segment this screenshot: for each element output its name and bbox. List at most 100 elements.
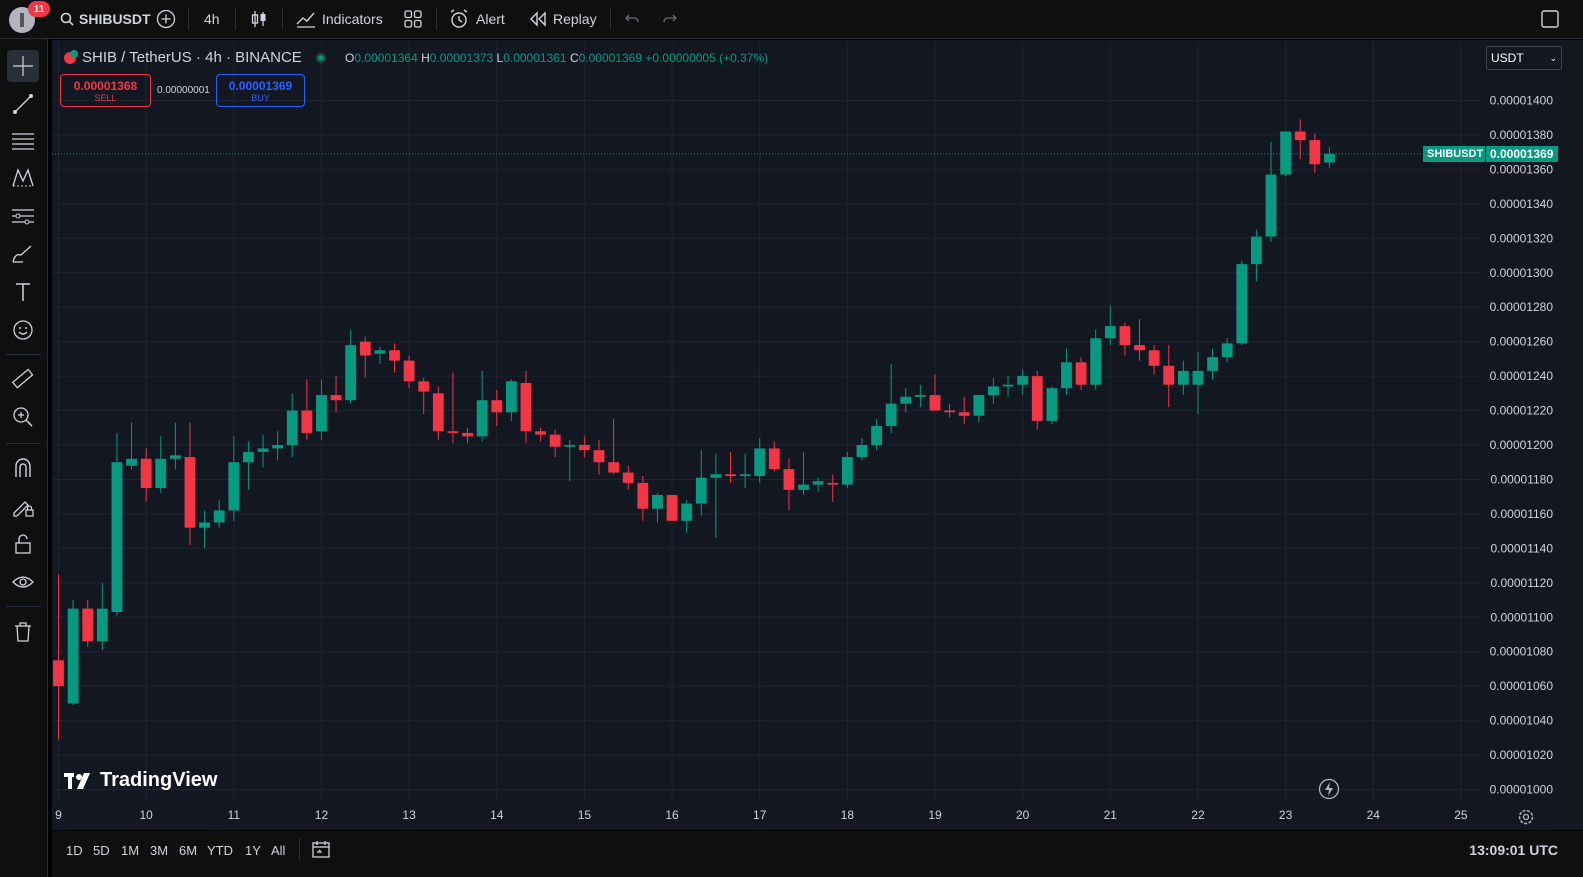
y-tick-label: 0.00001400	[1490, 94, 1554, 108]
watermark-text: TradingView	[100, 769, 218, 791]
candle-body	[608, 462, 620, 473]
candle-body	[359, 341, 371, 356]
low-value: 0.00001361	[503, 51, 567, 65]
candle-body	[374, 350, 386, 354]
y-tick-label: 0.00001320	[1490, 231, 1554, 245]
y-tick-label: 0.00001040	[1490, 714, 1554, 728]
candle-body	[695, 477, 707, 504]
candle-body	[812, 481, 824, 485]
candle-body	[1046, 388, 1058, 421]
candle-body	[827, 482, 839, 485]
candle-body	[345, 345, 357, 401]
y-tick-label: 0.00001340	[1490, 197, 1554, 211]
sell-label: SELL	[94, 92, 117, 103]
y-tick-label: 0.00001280	[1490, 300, 1554, 314]
last-price-tag: 0.00001369	[1486, 146, 1558, 162]
spread-value: 0.00000001	[157, 85, 210, 96]
candle-body	[958, 412, 970, 416]
candle-body	[111, 462, 123, 613]
candle-body	[944, 410, 956, 413]
market-status-icon[interactable]	[315, 52, 327, 64]
tradingview-watermark: TradingView	[64, 769, 217, 792]
y-tick-label: 0.00001020	[1490, 748, 1554, 762]
candle-body	[1192, 370, 1204, 385]
candle-body	[578, 445, 590, 451]
candle-body	[739, 474, 751, 477]
sell-price: 0.00001368	[73, 78, 138, 93]
goto-date-icon[interactable]	[311, 839, 331, 859]
candle-body	[1163, 365, 1175, 385]
close-label: C	[569, 51, 579, 65]
y-tick-label: 0.00001060	[1490, 679, 1554, 693]
candle-body	[126, 458, 137, 466]
candle-body	[798, 484, 809, 490]
y-tick-label: 0.00001360	[1490, 162, 1554, 176]
candle-body	[82, 608, 94, 642]
candle-body	[652, 494, 663, 509]
candle-body	[841, 457, 853, 485]
candle-body	[564, 445, 576, 447]
candle-body	[783, 469, 795, 490]
candle-body	[1148, 350, 1160, 366]
sell-button[interactable]: 0.00001368 SELL	[60, 74, 151, 107]
high-label: H	[421, 51, 430, 65]
x-tick-label: 20	[1016, 808, 1030, 822]
x-tick-label: 15	[578, 808, 592, 822]
price-chart[interactable]: 0.00001400 0.00001380 0.00001360 0.00001340…	[0, 0, 1583, 877]
x-tick-label: 12	[315, 808, 329, 822]
x-tick-label: 25	[1454, 808, 1468, 822]
candle-body	[243, 451, 254, 463]
symbol-logo-icon	[64, 50, 78, 64]
range-button-3m[interactable]: 3M	[150, 843, 168, 858]
candle-body	[1104, 326, 1116, 339]
candle-body	[418, 381, 430, 392]
range-button-1m[interactable]: 1M	[121, 843, 139, 858]
legend-title[interactable]: SHIB / TetherUS · 4h · BINANCE	[82, 49, 302, 66]
y-tick-label: 0.00001300	[1490, 266, 1554, 280]
symbol-price-tag: SHIBUSDT	[1423, 146, 1485, 162]
candle-body	[535, 431, 546, 435]
candle-body	[710, 474, 722, 478]
candle-body	[871, 426, 882, 445]
candle-body	[316, 395, 327, 432]
candle-body	[330, 395, 342, 401]
candle-body	[53, 660, 64, 687]
currency-select[interactable]: USDT ⌄	[1486, 46, 1562, 70]
candle-body	[169, 455, 181, 459]
lightning-icon[interactable]	[1318, 778, 1340, 800]
y-tick-label: 0.00001000	[1490, 783, 1554, 797]
range-button-ytd[interactable]: YTD	[207, 843, 233, 858]
clock[interactable]: 13:09:01 UTC	[1469, 842, 1558, 858]
range-button-5d[interactable]: 5D	[93, 843, 110, 858]
candle-body	[520, 382, 532, 432]
candle-body	[1119, 326, 1131, 346]
candle-body	[1177, 370, 1189, 385]
range-button-1y[interactable]: 1Y	[245, 843, 261, 858]
candle-body	[462, 432, 473, 437]
range-button-6m[interactable]: 6M	[179, 843, 197, 858]
candle-body	[973, 395, 985, 416]
y-tick-label: 0.00001220	[1490, 404, 1554, 418]
buy-button[interactable]: 0.00001369 BUY	[216, 74, 305, 107]
x-tick-label: 23	[1279, 808, 1293, 822]
range-button-1d[interactable]: 1D	[66, 843, 83, 858]
buy-label: BUY	[251, 92, 270, 103]
y-tick-label: 0.00001180	[1490, 472, 1553, 486]
x-tick-label: 24	[1367, 808, 1381, 822]
candle-body	[228, 462, 240, 511]
y-tick-label: 0.00001140	[1490, 541, 1553, 555]
settings-icon[interactable]	[1517, 808, 1535, 826]
candle-body	[505, 381, 517, 413]
y-tick-label: 0.00001120	[1490, 576, 1553, 590]
candle-body	[272, 445, 284, 449]
y-tick-label: 0.00001380	[1490, 128, 1554, 142]
candle-body	[725, 474, 736, 477]
candle-body	[666, 494, 678, 521]
y-tick-label: 0.00001100	[1490, 610, 1553, 624]
candle-body	[754, 448, 766, 477]
range-button-all[interactable]: All	[271, 843, 285, 858]
candle-body	[900, 396, 912, 404]
candle-body	[637, 482, 649, 509]
candle-body	[403, 360, 415, 382]
candle-body	[681, 503, 693, 521]
